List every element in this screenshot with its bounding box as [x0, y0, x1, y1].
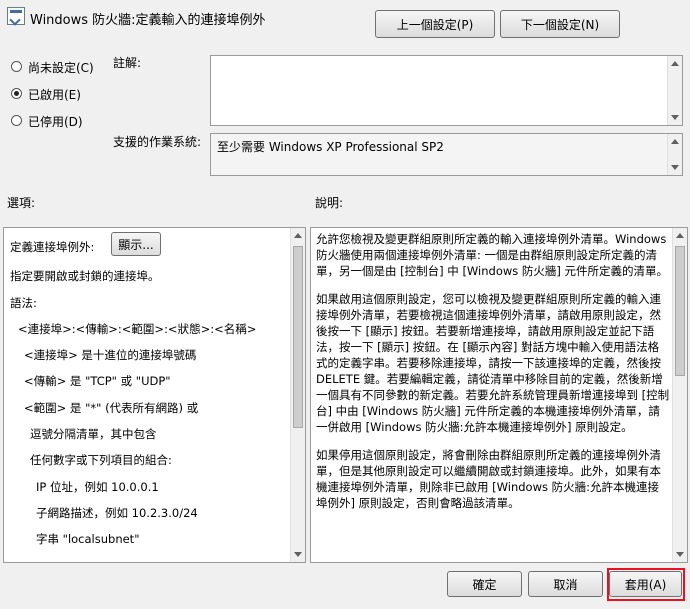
radio-disabled-label[interactable]: 已停用(D) [28, 113, 83, 130]
supported-os-value: 至少需要 Windows XP Professional SP2 [217, 140, 444, 154]
supported-os-field: 至少需要 Windows XP Professional SP2 [210, 133, 683, 176]
option-line: 子網路描述，例如 10.2.3.0/24 [36, 506, 198, 520]
scroll-down-icon[interactable] [671, 165, 679, 170]
options-scrollbar[interactable] [290, 228, 305, 562]
supported-os-scrollbar[interactable] [667, 134, 682, 175]
option-line: 任何數字或下列項目的組合: [30, 453, 172, 467]
option-line: <傳輸> 是 "TCP" 或 "UDP" [24, 374, 171, 388]
policy-icon [7, 7, 25, 25]
radio-not-configured-label[interactable]: 尚未設定(C) [28, 59, 94, 76]
option-line: IP 位址，例如 10.0.0.1 [36, 480, 159, 494]
comment-label: 註解: [113, 56, 142, 70]
comment-field[interactable] [210, 55, 683, 126]
define-ports-label: 定義連接埠例外: [10, 240, 95, 254]
option-line: 字串 "localsubnet" [36, 532, 140, 546]
scroll-down-icon[interactable] [676, 552, 684, 557]
scroll-thumb[interactable] [293, 246, 303, 428]
option-line: <範圍> 是 "*" (代表所有網路) 或 [24, 401, 199, 415]
radio-not-configured[interactable] [11, 61, 22, 72]
apply-button[interactable]: 套用(A) [609, 571, 682, 597]
help-paragraph: 如果停用這個原則設定，將會刪除由群組原則所定義的連接埠例外清單，但是其他原則設定… [316, 448, 661, 510]
supported-os-label: 支援的作業系統: [113, 135, 202, 149]
radio-disabled[interactable] [11, 115, 22, 126]
options-header: 選項: [7, 196, 36, 210]
scroll-down-icon[interactable] [671, 115, 679, 120]
scroll-down-icon[interactable] [294, 552, 302, 557]
option-line: <連接埠>:<傳輸>:<範圍>:<狀態>:<名稱> [18, 322, 257, 336]
help-paragraph: 允許您檢視及變更群組原則所定義的輸入連接埠例外清單。Windows 防火牆使用兩… [316, 232, 669, 278]
scroll-thumb[interactable] [675, 246, 685, 376]
option-line: 語法: [10, 296, 37, 310]
dialog-title: Windows 防火牆:定義輸入的連接埠例外 [30, 13, 266, 28]
scroll-up-icon[interactable] [671, 61, 679, 66]
option-line: 逗號分隔清單，其中包含 [30, 427, 157, 441]
help-pane: 允許您檢視及變更群組原則所定義的輸入連接埠例外清單。Windows 防火牆使用兩… [310, 227, 688, 563]
option-line: 指定要開啟或封鎖的連接埠。 [10, 269, 160, 283]
comment-scrollbar[interactable] [667, 56, 682, 125]
help-paragraph: 如果啟用這個原則設定，您可以檢視及變更群組原則所定義的輸入連接埠例外清單，若要檢… [316, 292, 670, 434]
help-scrollbar[interactable] [672, 228, 687, 562]
radio-enabled[interactable] [11, 88, 22, 99]
previous-setting-button[interactable]: 上一個設定(P) [375, 10, 495, 38]
cancel-button[interactable]: 取消 [528, 571, 603, 597]
options-pane: 定義連接埠例外: 顯示... 指定要開啟或封鎖的連接埠。 語法: <連接埠>:<… [3, 227, 306, 563]
scroll-up-icon[interactable] [676, 233, 684, 238]
scroll-up-icon[interactable] [671, 139, 679, 144]
help-header: 說明: [315, 196, 344, 210]
ok-button[interactable]: 確定 [447, 571, 522, 597]
option-line: <連接埠> 是十進位的連接埠號碼 [24, 348, 197, 362]
scroll-up-icon[interactable] [294, 233, 302, 238]
show-button[interactable]: 顯示... [111, 232, 161, 256]
radio-enabled-label[interactable]: 已啟用(E) [28, 86, 81, 103]
next-setting-button[interactable]: 下一個設定(N) [500, 10, 620, 38]
